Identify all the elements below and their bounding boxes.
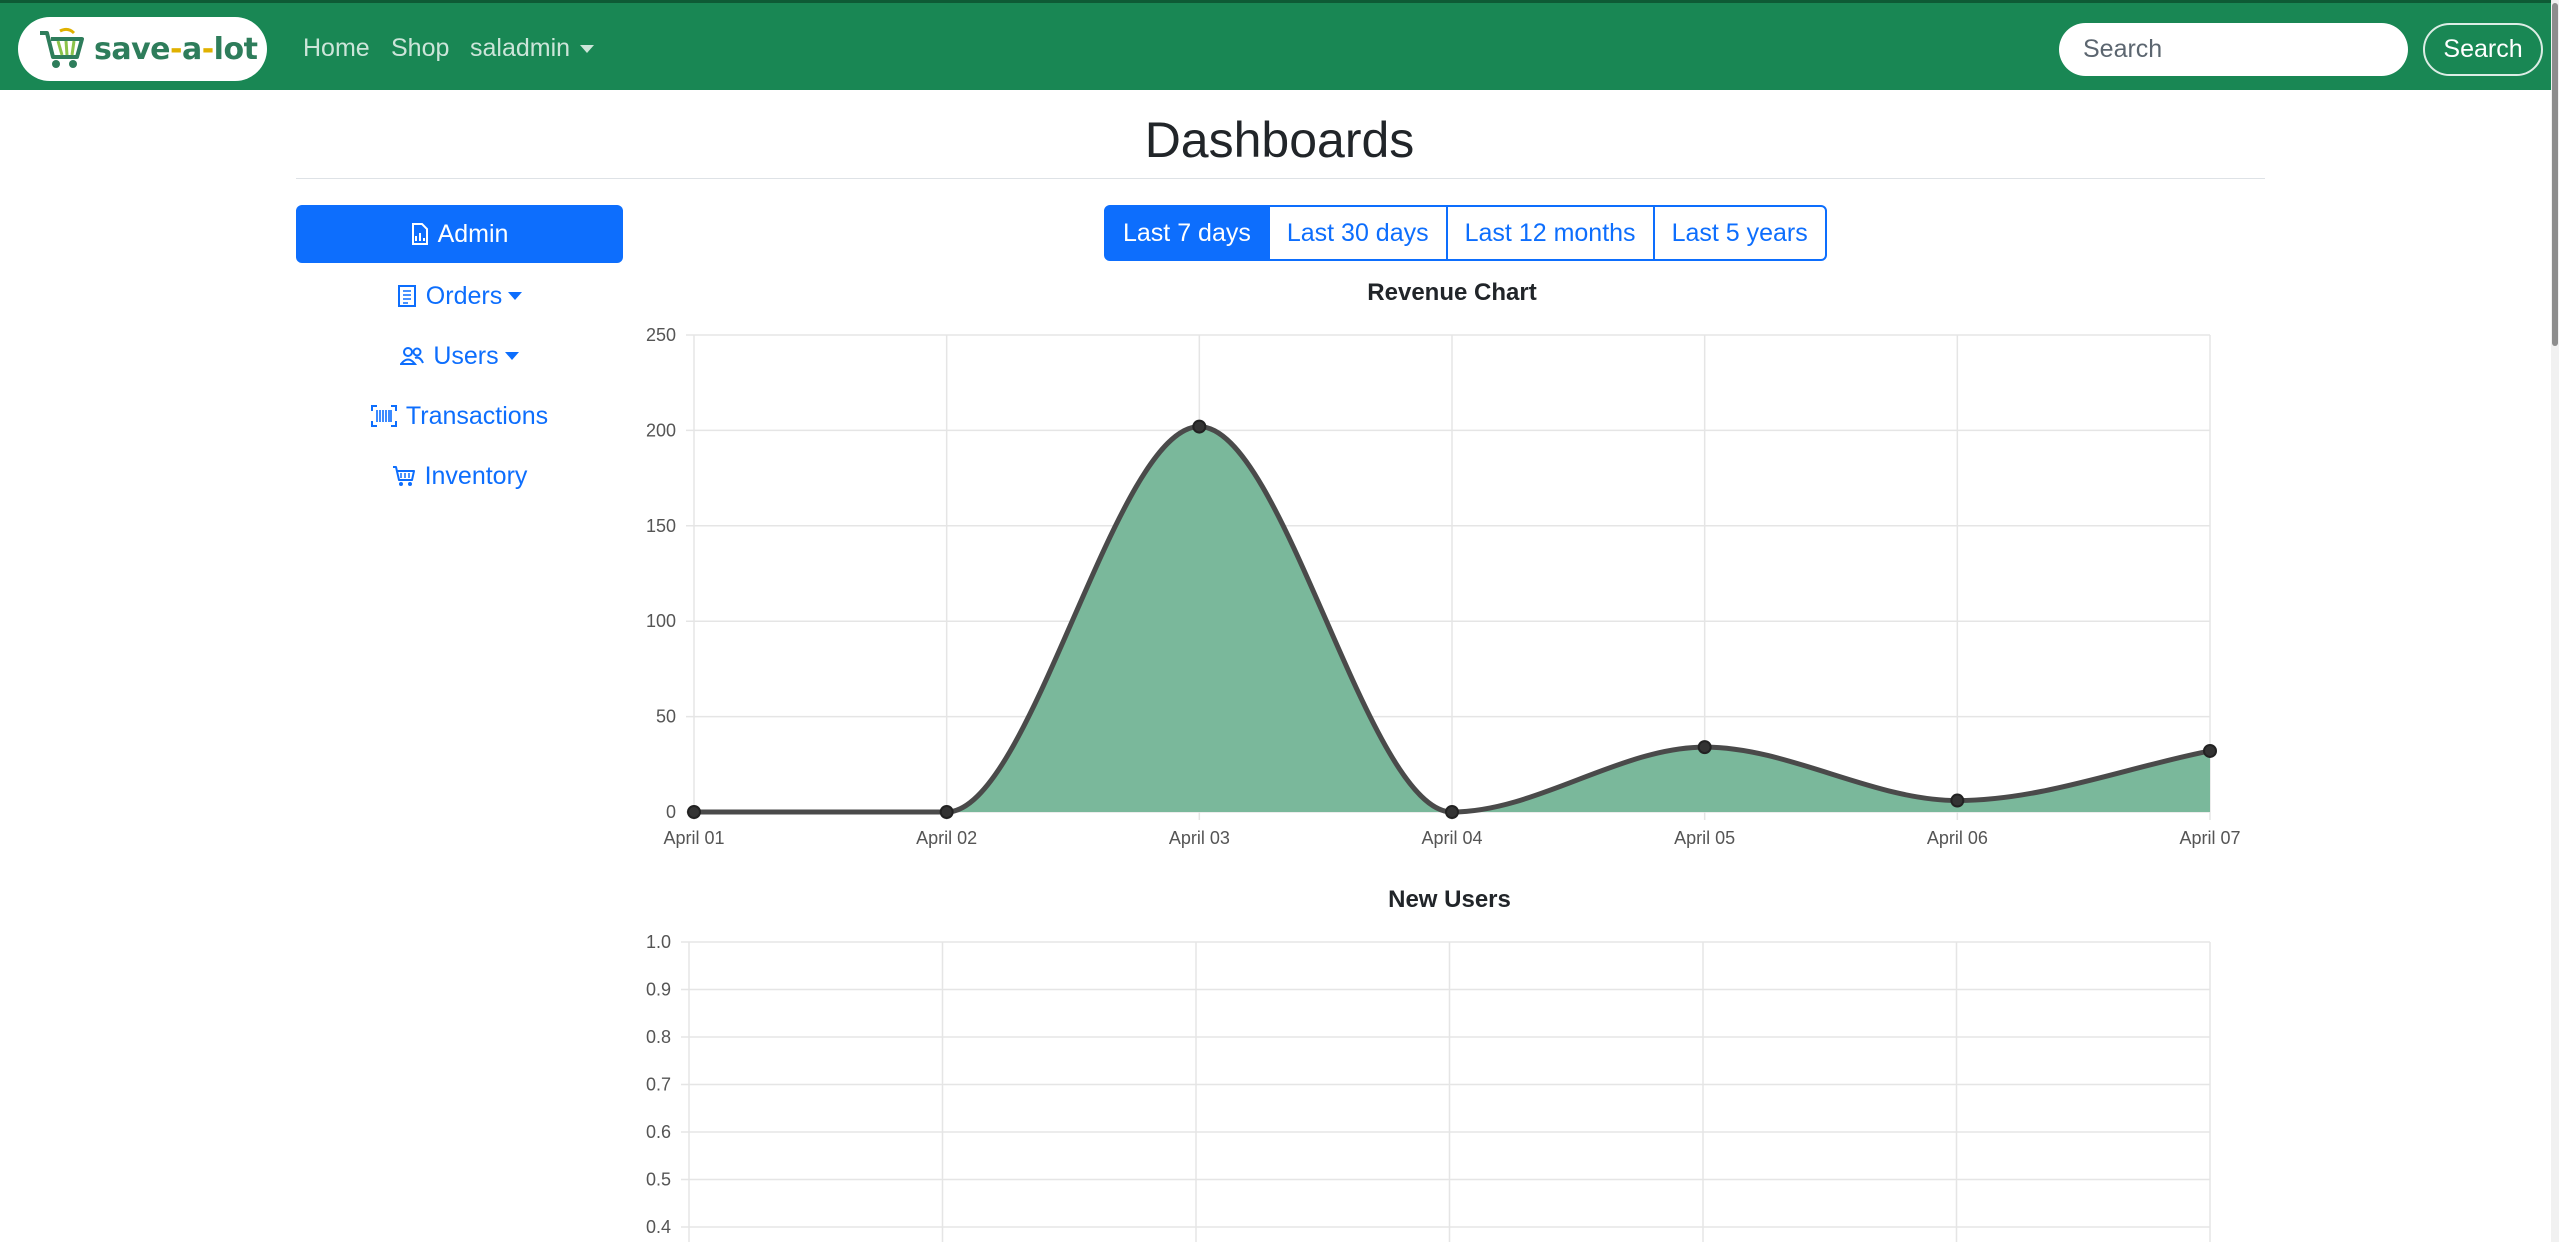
range-last-12-months-button[interactable]: Last 12 months	[1445, 205, 1655, 261]
nav-home-link[interactable]: Home	[303, 33, 370, 63]
revenue-data-point[interactable]	[1697, 740, 1712, 755]
range-last-5-years-button[interactable]: Last 5 years	[1652, 205, 1827, 261]
user-menu-dropdown[interactable]: saladmin	[470, 33, 595, 63]
y-tick-label: 1.0	[646, 932, 671, 952]
new-users-chart: New Users 1.0 0.9 0.8 0.7 0.6 0.5 0.4	[646, 886, 2211, 1242]
sidebar-item-inventory[interactable]: Inventory	[296, 447, 623, 505]
revenue-data-point[interactable]	[1950, 793, 1965, 808]
sidebar-item-transactions[interactable]: Transactions	[296, 387, 623, 445]
y-tick-label: 0.5	[646, 1170, 671, 1190]
x-tick-label: April 05	[1674, 828, 1735, 848]
receipt-icon	[397, 285, 416, 307]
search-input[interactable]	[2059, 23, 2408, 76]
file-chart-icon	[411, 223, 428, 245]
y-tick-label: 0.6	[646, 1122, 671, 1142]
x-tick-label: April 06	[1927, 828, 1988, 848]
chevron-down-icon	[508, 292, 523, 300]
page-title: Dashboards	[1144, 112, 1415, 168]
y-tick-label: 0.8	[646, 1027, 671, 1047]
sidebar-item-label: Users	[433, 341, 499, 370]
sidebar-item-label: Orders	[425, 281, 503, 310]
revenue-data-point[interactable]	[687, 805, 701, 819]
x-tick-label: April 03	[1169, 828, 1230, 848]
chart-title: Revenue Chart	[1367, 279, 1536, 306]
range-last-30-days-button[interactable]: Last 30 days	[1267, 205, 1448, 261]
sidebar-item-admin[interactable]: Admin	[296, 205, 623, 263]
y-tick-label: 0	[666, 802, 676, 822]
top-navbar: save-a-lot Home Shop saladmin Search	[0, 0, 2559, 90]
y-tick-label: 250	[646, 325, 676, 345]
sidebar-item-orders[interactable]: Orders	[296, 267, 623, 325]
chart-title: New Users	[1388, 886, 1511, 913]
x-tick-label: April 07	[2179, 828, 2240, 848]
scrollbar-thumb[interactable]	[2552, 3, 2558, 346]
sidebar-item-label: Admin	[437, 219, 509, 248]
y-tick-label: 200	[646, 420, 676, 440]
chevron-down-icon	[504, 352, 519, 360]
revenue-data-point[interactable]	[939, 805, 954, 819]
y-tick-label: 0.7	[646, 1075, 671, 1095]
user-menu-label: saladmin	[470, 34, 571, 62]
x-tick-label: April 01	[663, 828, 724, 848]
chevron-down-icon	[580, 45, 595, 54]
x-tick-label: April 02	[916, 828, 977, 848]
y-tick-label: 50	[656, 707, 676, 727]
y-tick-label: 150	[646, 516, 676, 536]
revenue-data-point[interactable]	[1192, 419, 1207, 434]
revenue-data-point[interactable]	[2203, 743, 2217, 758]
search-button[interactable]: Search	[2423, 23, 2543, 76]
sidebar-item-users[interactable]: Users	[296, 327, 623, 385]
y-tick-label: 0.9	[646, 980, 671, 1000]
sidebar-item-label: Inventory	[424, 461, 528, 490]
x-tick-label: April 04	[1421, 828, 1482, 848]
title-divider	[296, 178, 2265, 179]
nav-shop-link[interactable]: Shop	[391, 33, 449, 63]
brand-logo[interactable]: save-a-lot	[18, 17, 267, 81]
cart-logo-icon	[40, 27, 84, 68]
sidebar-item-label: Transactions	[405, 401, 549, 430]
y-tick-label: 100	[646, 611, 676, 631]
y-tick-label: 0.4	[646, 1217, 671, 1237]
date-range-button-group: Last 7 days Last 30 days Last 12 months …	[1104, 205, 1827, 261]
brand-name: save-a-lot	[94, 31, 258, 67]
revenue-data-point[interactable]	[1445, 805, 1459, 819]
cart-icon	[392, 466, 415, 486]
barcode-scan-icon	[370, 405, 397, 427]
people-icon	[400, 347, 425, 365]
range-last-7-days-button[interactable]: Last 7 days	[1104, 205, 1270, 261]
revenue-chart: Revenue Chart 0 50 100 150 200 250 April 01 Apri…	[646, 279, 2241, 848]
